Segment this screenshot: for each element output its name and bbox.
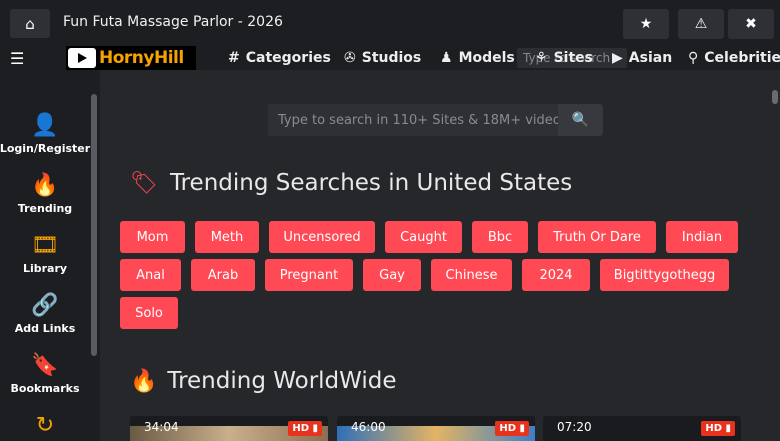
- logo-play-icon: [68, 48, 96, 68]
- bookmark-icon: 🔖: [31, 353, 59, 378]
- tag-button[interactable]: Caught: [385, 221, 462, 253]
- warning-icon: ⚠: [694, 16, 708, 32]
- menu-icon[interactable]: ☰: [10, 49, 24, 68]
- star-icon: ★: [639, 16, 653, 32]
- close-button[interactable]: ✖: [728, 9, 774, 39]
- sidebar-item-history[interactable]: ↻: [0, 412, 90, 440]
- search-icon: 🔍: [571, 112, 590, 128]
- favorite-button[interactable]: ★: [623, 9, 669, 39]
- video-card[interactable]: 34:04 HD ▮: [130, 416, 328, 441]
- tag-button[interactable]: Solo: [120, 297, 178, 329]
- tag-button[interactable]: Mom: [120, 221, 185, 253]
- main-scrollbar[interactable]: [772, 90, 778, 104]
- tag-button[interactable]: Uncensored: [269, 221, 375, 253]
- video-duration: 46:00: [351, 420, 386, 434]
- sidebar: 👤 Login/Register 🔥 Trending 🎞 Library 🔗 …: [0, 70, 100, 441]
- tags-icon: 🏷: [130, 170, 158, 196]
- sidebar-scrollbar[interactable]: [91, 94, 97, 356]
- nav-categories[interactable]: # Categories: [228, 50, 331, 66]
- tag-button[interactable]: Pregnant: [265, 259, 353, 291]
- hd-badge: HD ▮: [288, 421, 322, 436]
- tag-button[interactable]: Arab: [191, 259, 255, 291]
- site-logo[interactable]: HornyHill: [66, 46, 196, 70]
- report-button[interactable]: ⚠: [678, 9, 724, 39]
- tag-button[interactable]: Indian: [666, 221, 738, 253]
- window-title: Fun Futa Massage Parlor - 2026: [63, 14, 283, 30]
- nav-models[interactable]: ♟ Models: [440, 50, 515, 66]
- sidebar-item-add-links[interactable]: 🔗 Add Links: [0, 292, 90, 335]
- tag-button[interactable]: Meth: [195, 221, 259, 253]
- nav-studios[interactable]: ✇ Studios: [344, 50, 421, 66]
- video-duration: 34:04: [144, 420, 179, 434]
- trending-searches-heading: 🏷 Trending Searches in United States: [130, 170, 572, 196]
- nav-celebrities[interactable]: ⚲Celebrities: [688, 50, 780, 66]
- tag-button[interactable]: Anal: [120, 259, 181, 291]
- video-duration: 07:20: [557, 420, 592, 434]
- search-input[interactable]: Type to search in 110+ Sites & 18M+ vide…: [268, 104, 558, 136]
- fire-icon: 🔥: [130, 368, 158, 394]
- sidebar-item-trending[interactable]: 🔥 Trending: [0, 172, 90, 215]
- search-button[interactable]: 🔍: [558, 104, 603, 136]
- sidebar-item-bookmarks[interactable]: 🔖 Bookmarks: [0, 352, 90, 395]
- sidebar-item-login[interactable]: 👤 Login/Register: [0, 112, 90, 155]
- search-person-icon: ⚲: [688, 50, 699, 66]
- studio-icon: ✇: [344, 50, 356, 66]
- tag-button[interactable]: Bbc: [472, 221, 528, 253]
- user-icon: ♟: [440, 50, 453, 66]
- link-icon: 🔗: [31, 293, 59, 318]
- user-icon: 👤: [31, 113, 59, 138]
- home-icon: ⌂: [25, 14, 35, 33]
- sitemap-icon: ⚘: [535, 50, 548, 66]
- title-bar: ⌂ Fun Futa Massage Parlor - 2026 ★ ⚠ ✖: [0, 0, 780, 46]
- close-icon: ✖: [745, 16, 757, 32]
- top-nav: ☰ HornyHill # Categories ✇ Studios ♟ Models…: [0, 46, 780, 70]
- hash-icon: #: [228, 50, 240, 66]
- tag-button[interactable]: Gay: [363, 259, 421, 291]
- trending-worldwide-heading: 🔥 Trending WorldWide: [130, 368, 397, 394]
- tag-button[interactable]: Chinese: [431, 259, 512, 291]
- history-icon: ↻: [35, 413, 55, 438]
- hd-badge: HD ▮: [495, 421, 529, 436]
- video-icon: ▶: [612, 50, 623, 66]
- hd-badge: HD ▮: [701, 421, 735, 436]
- video-card[interactable]: 46:00 HD ▮: [337, 416, 535, 441]
- tag-button[interactable]: 2024: [522, 259, 590, 291]
- nav-asian[interactable]: ▶ Asian: [612, 50, 672, 66]
- home-button[interactable]: ⌂: [10, 9, 50, 38]
- tag-button[interactable]: Bigtittygothegg: [600, 259, 729, 291]
- sidebar-item-library[interactable]: 🎞 Library: [0, 232, 90, 275]
- section-title: Trending WorldWide: [167, 368, 397, 394]
- video-card[interactable]: 07:20 HD ▮: [543, 416, 741, 441]
- tag-button[interactable]: Truth Or Dare: [538, 221, 656, 253]
- section-title: Trending Searches in United States: [169, 170, 573, 196]
- film-icon: 🎞: [31, 233, 59, 258]
- fire-icon: 🔥: [31, 173, 59, 198]
- nav-sites[interactable]: ⚘ Sites: [535, 50, 593, 66]
- logo-text: HornyHill: [99, 48, 184, 68]
